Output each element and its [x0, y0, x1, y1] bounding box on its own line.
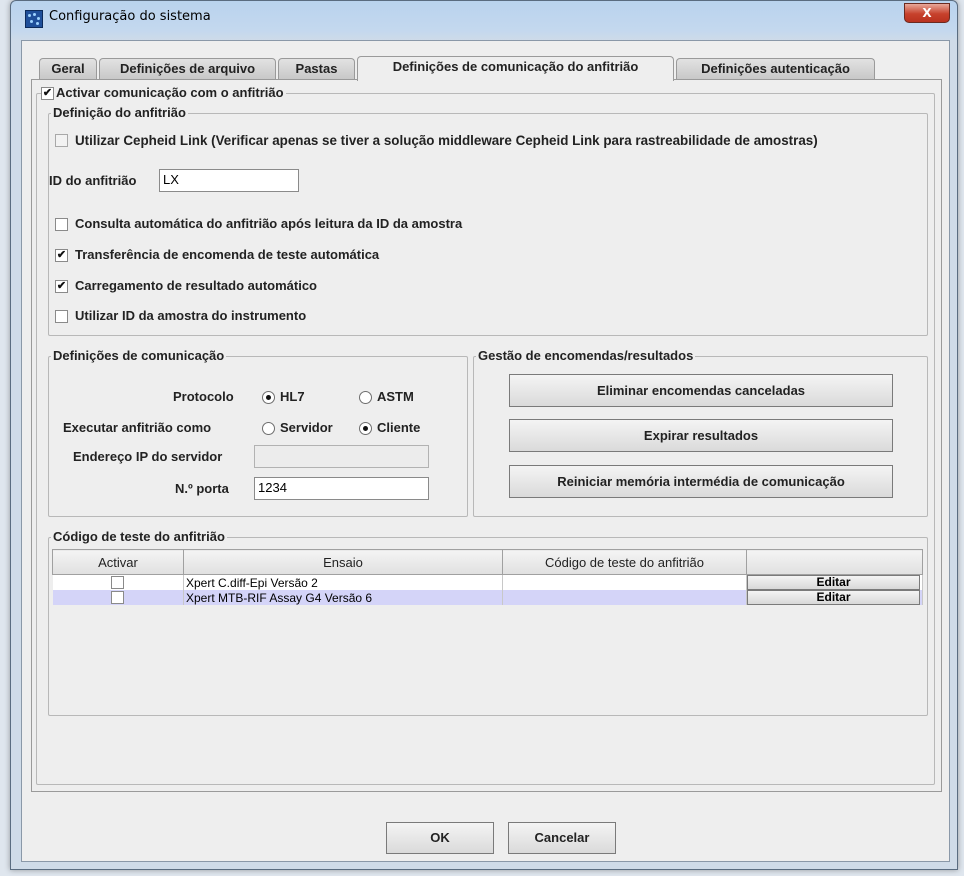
protocol-hl7-label: HL7 — [280, 389, 305, 404]
enable-host-comm-checkbox[interactable]: ✔ — [41, 87, 54, 100]
tab-geral[interactable]: Geral — [39, 58, 97, 79]
col-header-codigo[interactable]: Código de teste do anfitrião — [502, 549, 747, 575]
app-icon — [25, 10, 43, 28]
host-definition-legend: Definição do anfitrião — [51, 105, 188, 120]
table-header-row: Activar Ensaio Código de teste do anfitr… — [52, 549, 923, 575]
auto-host-query-checkbox[interactable] — [55, 218, 68, 231]
comm-settings-group: Definições de comunicação Protocolo HL7 … — [48, 348, 468, 517]
auto-host-query-label: Consulta automática do anfitrião após le… — [75, 216, 463, 231]
col-header-ensaio[interactable]: Ensaio — [183, 549, 503, 575]
server-ip-label: Endereço IP do servidor — [73, 449, 223, 464]
window-title: Configuração do sistema — [49, 9, 211, 24]
server-ip-input[interactable] — [254, 445, 429, 468]
run-as-label: Executar anfitrião como — [63, 420, 212, 435]
protocol-label: Protocolo — [173, 389, 234, 404]
protocol-astm-label: ASTM — [377, 389, 414, 404]
expire-results-button[interactable]: Expirar resultados — [509, 419, 893, 452]
tab-definicoes-arquivo[interactable]: Definições de arquivo — [99, 58, 276, 79]
enable-host-comm-label: Activar comunicação com o anfitrião — [54, 85, 286, 100]
settings-window: Configuração do sistema X Geral Definiçõ… — [10, 0, 958, 870]
instrument-sample-id-checkbox[interactable] — [55, 310, 68, 323]
tab-comunicacao-anfitriao[interactable]: Definições de comunicação do anfitrião — [357, 56, 674, 81]
col-header-edit — [746, 549, 923, 575]
test-code-table: Activar Ensaio Código de teste do anfitr… — [52, 549, 923, 605]
tab-definicoes-autenticacao[interactable]: Definições autenticação — [676, 58, 875, 79]
comm-settings-legend: Definições de comunicação — [51, 348, 227, 363]
row-activate-checkbox[interactable] — [111, 576, 125, 589]
port-input[interactable]: 1234 — [254, 477, 429, 500]
delete-cancelled-orders-button[interactable]: Eliminar encomendas canceladas — [509, 374, 893, 407]
row-activate-cell — [52, 574, 184, 590]
cepheid-link-checkbox[interactable] — [55, 134, 68, 147]
row-assay-cell: Xpert MTB-RIF Assay G4 Versão 6 — [183, 590, 503, 605]
orders-results-legend: Gestão de encomendas/resultados — [476, 348, 696, 363]
auto-result-upload-label: Carregamento de resultado automático — [75, 278, 317, 293]
auto-result-upload-checkbox[interactable]: ✔ — [55, 280, 68, 293]
table-row[interactable]: Xpert C.diff-Epi Versão 2 Editar — [52, 574, 923, 590]
row-code-cell[interactable] — [502, 590, 747, 605]
host-definition-group: Definição do anfitrião Utilizar Cepheid … — [48, 105, 928, 336]
row-code-cell[interactable] — [502, 574, 747, 590]
dialog-client-area: Geral Definições de arquivo Pastas Defin… — [21, 40, 950, 862]
run-as-server-label: Servidor — [280, 420, 333, 435]
test-code-table-viewport: Activar Ensaio Código de teste do anfitr… — [52, 549, 924, 709]
host-id-input[interactable]: LX — [159, 169, 299, 192]
run-as-client-radio[interactable] — [359, 422, 372, 435]
row-activate-checkbox[interactable] — [111, 591, 125, 604]
host-comm-group: ✔ Activar comunicação com o anfitrião De… — [36, 85, 935, 785]
protocol-astm-radio[interactable] — [359, 391, 372, 404]
close-button[interactable]: X — [904, 3, 950, 23]
host-id-label: ID do anfitrião — [49, 173, 137, 188]
row-activate-cell — [52, 590, 184, 605]
orders-results-group: Gestão de encomendas/resultados Eliminar… — [473, 348, 928, 517]
edit-button[interactable]: Editar — [747, 590, 920, 605]
ok-button[interactable]: OK — [386, 822, 494, 854]
row-edit-cell: Editar — [746, 574, 923, 590]
table-row[interactable]: Xpert MTB-RIF Assay G4 Versão 6 Editar — [52, 590, 923, 605]
cepheid-link-label: Utilizar Cepheid Link (Verificar apenas … — [75, 133, 818, 148]
run-as-server-radio[interactable] — [262, 422, 275, 435]
edit-button[interactable]: Editar — [747, 575, 920, 590]
run-as-client-label: Cliente — [377, 420, 421, 435]
row-assay-cell: Xpert C.diff-Epi Versão 2 — [183, 574, 503, 590]
auto-test-order-checkbox[interactable]: ✔ — [55, 249, 68, 262]
row-edit-cell: Editar — [746, 590, 923, 605]
col-header-activar[interactable]: Activar — [52, 549, 184, 575]
host-test-code-legend: Código de teste do anfitrião — [51, 529, 227, 544]
protocol-hl7-radio[interactable] — [262, 391, 275, 404]
host-test-code-group: Código de teste do anfitrião Activar Ens… — [48, 529, 928, 716]
tab-pastas[interactable]: Pastas — [278, 58, 355, 79]
auto-test-order-label: Transferência de encomenda de teste auto… — [75, 247, 380, 262]
cancel-button[interactable]: Cancelar — [508, 822, 616, 854]
reset-comm-buffer-button[interactable]: Reiniciar memória intermédia de comunica… — [509, 465, 893, 498]
instrument-sample-id-label: Utilizar ID da amostra do instrumento — [75, 308, 307, 323]
tab-panel: ✔ Activar comunicação com o anfitrião De… — [31, 79, 942, 792]
port-label: N.º porta — [175, 481, 229, 496]
